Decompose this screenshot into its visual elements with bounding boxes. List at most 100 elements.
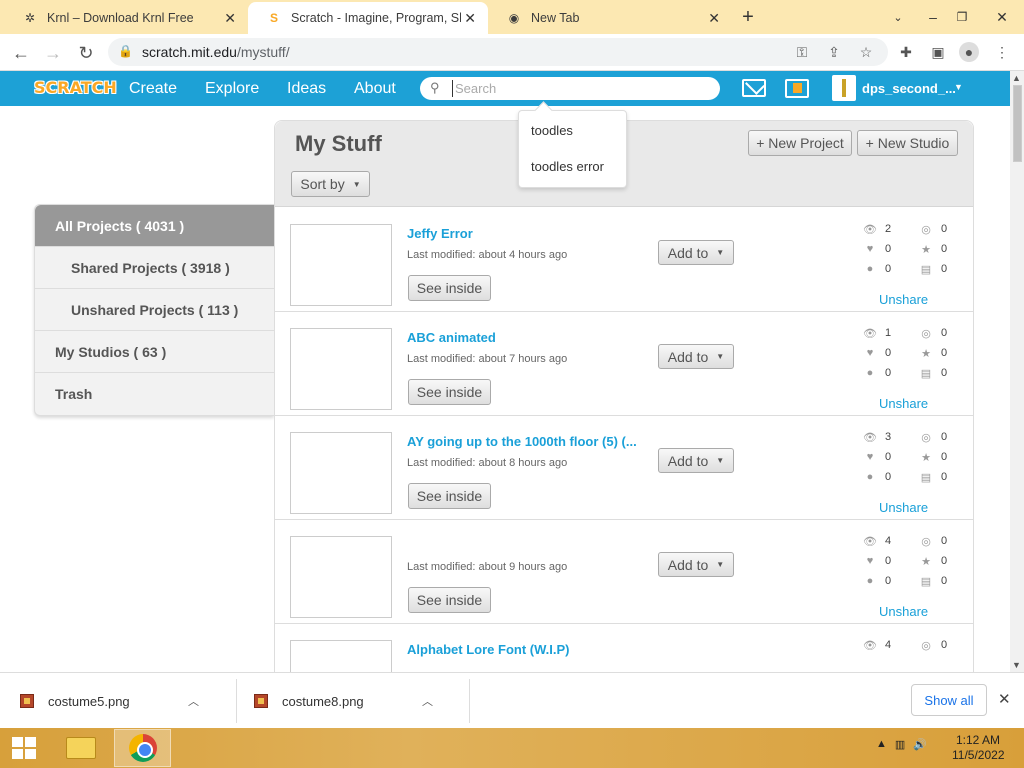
eye-icon: 👁 <box>863 223 877 236</box>
search-box[interactable]: ⚲ <box>420 77 720 100</box>
nav-about[interactable]: About <box>354 80 396 98</box>
eye-icon: 👁 <box>863 431 877 444</box>
close-icon[interactable]: ✕ <box>464 10 476 27</box>
new-tab-plus-icon[interactable]: + <box>730 0 766 34</box>
page-scrollbar[interactable]: ▲ ▼ <box>1010 71 1024 672</box>
add-to-button[interactable]: Add to ▼ <box>658 240 734 265</box>
scratch-logo[interactable]: SCRATCH <box>34 78 117 97</box>
project-title[interactable]: Alphabet Lore Font (W.I.P) <box>407 642 570 657</box>
search-input[interactable] <box>452 80 712 97</box>
new-studio-button[interactable]: + New Studio <box>857 130 958 156</box>
close-icon[interactable]: ✕ <box>708 10 720 27</box>
scroll-thumb[interactable] <box>1013 85 1022 162</box>
project-thumbnail[interactable] <box>290 224 392 306</box>
see-inside-button[interactable]: See inside <box>408 483 491 509</box>
tab-krnl[interactable]: ✲ Krnl – Download Krnl Free ✕ <box>4 2 248 34</box>
tab-search-chevron-icon[interactable]: ⌄ <box>880 0 916 34</box>
chevron-up-icon[interactable]: ︿ <box>422 693 433 709</box>
stat-favorites: ◎ 0 <box>919 223 947 236</box>
project-title[interactable]: Jeffy Error <box>407 226 473 241</box>
download-filename: costume5.png <box>48 693 130 709</box>
sidebar-item-trash[interactable]: Trash <box>35 373 274 415</box>
see-inside-button[interactable]: See inside <box>408 379 491 405</box>
my-stuff-folder-icon[interactable] <box>785 79 809 98</box>
sort-by-button[interactable]: Sort by ▼ <box>291 171 370 197</box>
project-thumbnail[interactable] <box>290 328 392 410</box>
studios-icon: ▤ <box>920 367 932 380</box>
sort-by-label: Sort by <box>300 176 345 192</box>
project-title[interactable]: ABC animated <box>407 330 496 345</box>
see-inside-button[interactable]: See inside <box>408 275 491 301</box>
sidebar-item-shared-projects[interactable]: Shared Projects ( 3918 ) <box>35 247 274 289</box>
avatar[interactable] <box>832 75 856 101</box>
omnibox[interactable]: 🔒 scratch.mit.edu/mystuff/ ⚿ ⇪ ☆ <box>108 38 888 66</box>
volume-icon[interactable]: 🔊 <box>913 738 927 751</box>
back-arrow-icon[interactable]: ← <box>8 40 34 66</box>
image-file-icon <box>254 694 268 708</box>
reload-icon[interactable]: ↻ <box>73 40 99 66</box>
add-to-button[interactable]: Add to ▼ <box>658 552 734 577</box>
tab-title: Krnl – Download Krnl Free <box>47 11 194 25</box>
sidebar-item-all-projects[interactable]: All Projects ( 4031 ) <box>35 205 274 247</box>
unshare-link[interactable]: Unshare <box>879 292 928 307</box>
download-item[interactable]: costume8.png ︿ <box>254 673 433 729</box>
eye-icon: 👁 <box>863 535 877 548</box>
see-inside-button[interactable]: See inside <box>408 587 491 613</box>
project-thumbnail[interactable] <box>290 432 392 514</box>
unshare-link[interactable]: Unshare <box>879 396 928 411</box>
window-close-icon[interactable]: ✕ <box>984 0 1020 34</box>
scroll-down-icon[interactable]: ▼ <box>1012 660 1021 670</box>
unshare-link[interactable]: Unshare <box>879 500 928 515</box>
stat-comments: ● 0 <box>863 263 891 275</box>
messages-envelope-icon[interactable] <box>742 79 766 97</box>
stat-views: 👁 4 <box>863 639 891 652</box>
show-all-button[interactable]: Show all <box>911 684 987 716</box>
stat-value: 0 <box>941 451 948 463</box>
chevron-up-icon[interactable]: ︿ <box>188 693 199 709</box>
network-icon[interactable]: ▥ <box>895 738 905 751</box>
download-item[interactable]: costume5.png ︿ <box>20 673 199 729</box>
nav-create[interactable]: Create <box>129 80 177 98</box>
account-caret-icon[interactable]: ▼ <box>954 82 963 92</box>
windows-start-icon[interactable] <box>12 737 38 759</box>
add-to-button[interactable]: Add to ▼ <box>658 448 734 473</box>
unshare-link[interactable]: Unshare <box>879 604 928 619</box>
menu-kebab-icon[interactable]: ⋮ <box>992 42 1012 62</box>
sidebar-item-unshared-projects[interactable]: Unshared Projects ( 113 ) <box>35 289 274 331</box>
chrome-taskbar-icon[interactable] <box>114 729 171 767</box>
restore-icon[interactable]: ❐ <box>944 0 980 34</box>
scroll-up-icon[interactable]: ▲ <box>1012 73 1021 83</box>
tray-expand-icon[interactable]: ▲ <box>876 738 887 751</box>
stat-loves: ♥ 0 <box>863 347 891 359</box>
forward-arrow-icon[interactable]: → <box>40 40 66 66</box>
taskbar-clock[interactable]: 1:12 AM 11/5/2022 <box>952 733 1005 763</box>
add-to-button[interactable]: Add to ▼ <box>658 344 734 369</box>
side-panel-icon[interactable]: ▣ <box>928 42 948 62</box>
close-icon[interactable]: ✕ <box>998 690 1011 708</box>
sidebar-item-my-studios[interactable]: My Studios ( 63 ) <box>35 331 274 373</box>
username[interactable]: dps_second_... <box>862 81 956 96</box>
project-thumbnail[interactable] <box>290 536 392 618</box>
close-icon[interactable]: ✕ <box>224 10 236 27</box>
key-icon[interactable]: ⚿ <box>792 42 812 62</box>
tab-new-tab[interactable]: ◉ New Tab ✕ <box>488 2 732 34</box>
star-icon: ★ <box>921 451 931 464</box>
downloads-bar: costume5.png ︿ costume8.png ︿ Show all ✕ <box>0 672 1024 728</box>
nav-ideas[interactable]: Ideas <box>287 80 326 98</box>
nav-explore[interactable]: Explore <box>205 80 259 98</box>
stat-comments: ● 0 <box>863 367 891 379</box>
suggestion-item[interactable]: toodles <box>531 123 573 138</box>
share-icon[interactable]: ⇪ <box>824 42 844 62</box>
stat-value: 0 <box>941 243 948 255</box>
stat-value: 0 <box>885 347 892 359</box>
stat-value: 3 <box>885 431 892 443</box>
profile-icon[interactable]: ● <box>959 42 979 62</box>
file-explorer-icon[interactable] <box>52 729 109 767</box>
bookmark-star-icon[interactable]: ☆ <box>856 42 876 62</box>
project-thumbnail[interactable] <box>290 640 392 672</box>
extensions-icon[interactable]: ✚ <box>896 42 916 62</box>
tab-scratch[interactable]: S Scratch - Imagine, Program, Share ✕ <box>248 2 488 34</box>
project-title[interactable]: AY going up to the 1000th floor (5) (... <box>407 434 637 449</box>
new-project-button[interactable]: + New Project <box>748 130 852 156</box>
suggestion-item[interactable]: toodles error <box>531 159 604 174</box>
